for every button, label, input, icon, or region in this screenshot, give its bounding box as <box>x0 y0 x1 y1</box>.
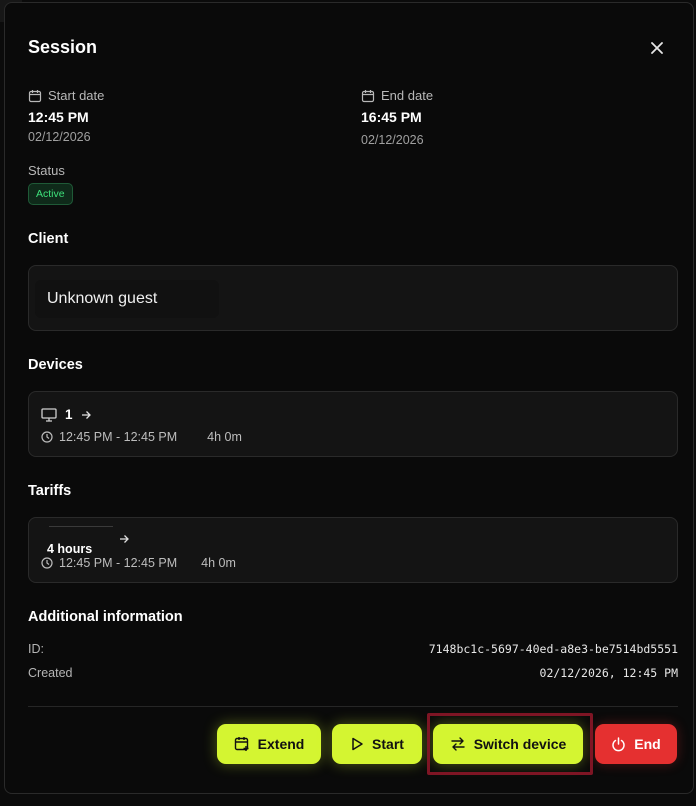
tariff-duration: 4h 0m <box>201 556 236 570</box>
divider <box>49 526 113 527</box>
start-date-block: Start date 12:45 PM 02/12/2026 <box>28 88 104 144</box>
switch-device-label: Switch device <box>473 736 567 752</box>
status-label: Status <box>28 163 65 178</box>
extend-button[interactable]: Extend <box>217 724 321 764</box>
additional-section-title: Additional information <box>28 609 183 625</box>
session-dialog: Session Start date 12:45 PM 02/12/2026 E… <box>4 2 694 794</box>
client-name: Unknown guest <box>35 280 219 318</box>
end-date-label: End date <box>381 88 434 103</box>
device-name: 1 <box>65 407 73 422</box>
created-row: Created 02/12/2026, 12:45 PM <box>28 666 678 680</box>
start-label: Start <box>372 736 404 752</box>
created-value: 02/12/2026, 12:45 PM <box>539 666 678 680</box>
clock-icon <box>41 431 53 443</box>
arrow-right-icon[interactable] <box>119 534 129 544</box>
devices-section-title: Devices <box>28 357 83 373</box>
device-card[interactable]: 1 12:45 PM - 12:45 PM 4h 0m <box>28 391 678 457</box>
device-duration: 4h 0m <box>207 430 242 444</box>
dialog-title: Session <box>28 37 98 57</box>
device-time-range: 12:45 PM - 12:45 PM <box>59 430 178 444</box>
tariff-time-range: 12:45 PM - 12:45 PM <box>59 556 178 570</box>
id-row: ID: 7148bc1c-5697-40ed-a8e3-be7514bd5551 <box>28 642 678 656</box>
close-button[interactable] <box>648 39 666 57</box>
switch-device-button[interactable]: Switch device <box>433 724 583 764</box>
client-section-title: Client <box>28 231 69 247</box>
close-icon <box>651 42 663 54</box>
play-icon <box>352 737 363 751</box>
status-badge: Active <box>28 183 73 205</box>
created-label: Created <box>28 666 73 680</box>
footer-divider <box>28 706 678 707</box>
calendar-icon <box>28 89 42 102</box>
end-button[interactable]: End <box>595 724 677 764</box>
switch-arrows-icon <box>451 737 465 751</box>
calendar-icon <box>361 89 375 102</box>
end-date-block: End date 16:45 PM 02/12/2026 <box>361 88 433 147</box>
clock-icon <box>41 557 53 569</box>
calendar-plus-icon <box>234 737 249 751</box>
monitor-icon <box>41 407 57 422</box>
id-value: 7148bc1c-5697-40ed-a8e3-be7514bd5551 <box>428 642 678 656</box>
end-label: End <box>634 736 661 752</box>
start-button[interactable]: Start <box>332 724 422 764</box>
arrow-right-icon[interactable] <box>81 410 91 420</box>
id-label: ID: <box>28 642 44 656</box>
client-card[interactable]: Unknown guest <box>28 265 678 331</box>
start-date-label: Start date <box>48 88 105 103</box>
extend-label: Extend <box>257 736 305 752</box>
tariff-card[interactable]: 4 hours 12:45 PM - 12:45 PM 4h 0m <box>28 517 678 583</box>
tariffs-section-title: Tariffs <box>28 483 72 499</box>
power-icon <box>612 736 626 751</box>
end-date: 02/12/2026 <box>361 133 424 147</box>
start-time: 12:45 PM <box>28 109 89 125</box>
end-time: 16:45 PM <box>361 109 422 125</box>
start-date: 02/12/2026 <box>28 130 91 144</box>
tariff-name: 4 hours <box>47 542 93 556</box>
